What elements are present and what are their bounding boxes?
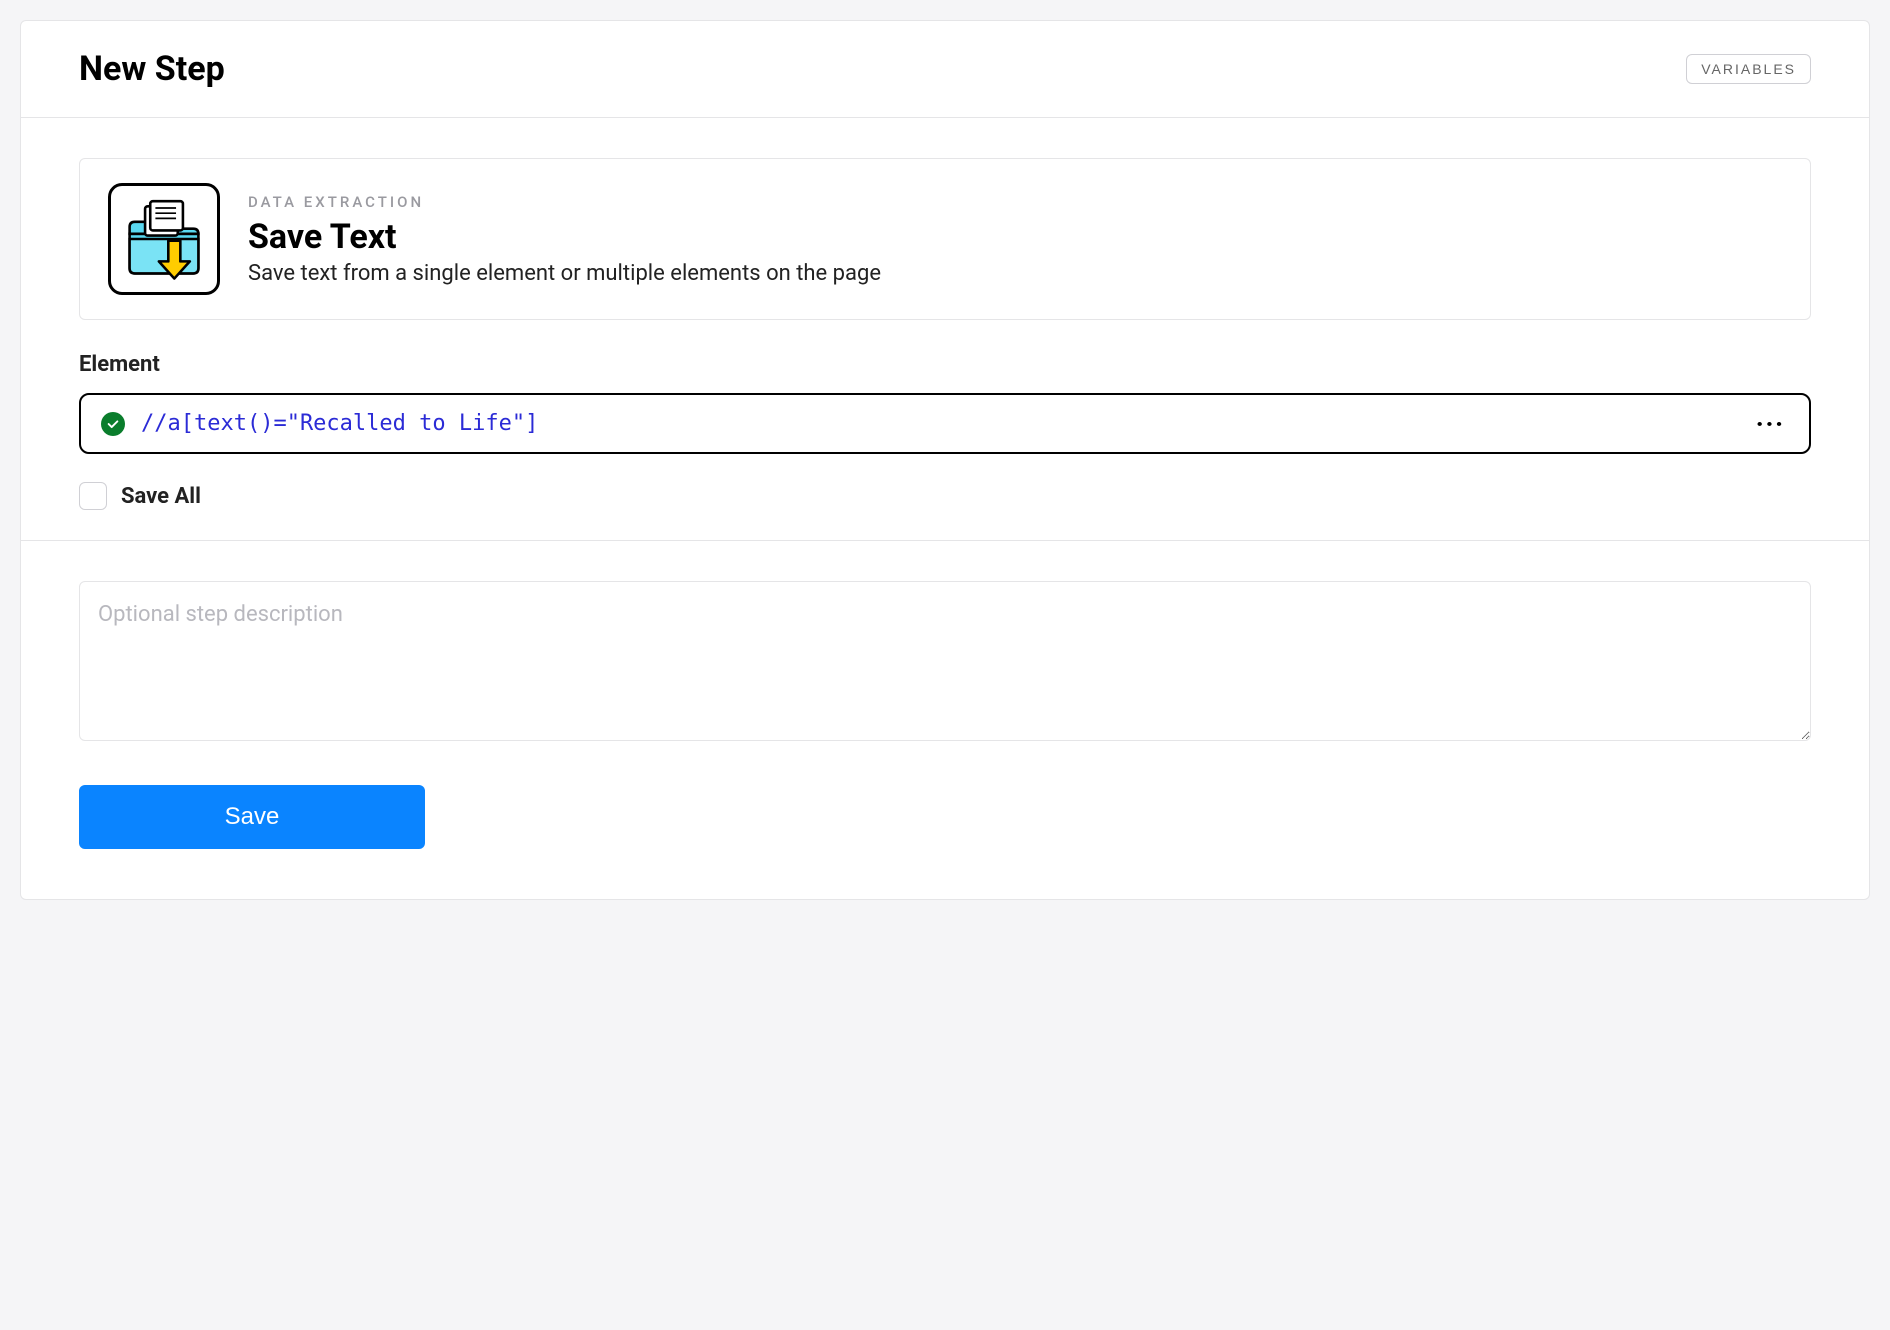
step-name: Save Text — [248, 217, 1782, 257]
panel-title: New Step — [79, 49, 225, 89]
save-all-row: Save All — [79, 482, 1811, 510]
more-options-icon[interactable]: ··· — [1752, 412, 1789, 436]
save-button[interactable]: Save — [79, 785, 425, 849]
element-selector-input[interactable]: ··· — [79, 393, 1811, 454]
folder-download-icon — [108, 183, 220, 295]
valid-check-icon — [101, 412, 125, 436]
step-type-card: DATA EXTRACTION Save Text Save text from… — [79, 158, 1811, 320]
step-description: Save text from a single element or multi… — [248, 261, 1782, 286]
panel-body-bottom: Save — [21, 541, 1869, 899]
element-field-label: Element — [79, 352, 1811, 377]
xpath-input[interactable] — [141, 411, 1736, 436]
variables-button[interactable]: VARIABLES — [1686, 54, 1811, 84]
panel-header: New Step VARIABLES — [21, 21, 1869, 118]
new-step-panel: New Step VARIABLES — [20, 20, 1870, 900]
save-all-label: Save All — [121, 484, 201, 509]
panel-body-top: DATA EXTRACTION Save Text Save text from… — [21, 118, 1869, 541]
step-description-input[interactable] — [79, 581, 1811, 741]
step-category: DATA EXTRACTION — [248, 193, 1782, 211]
save-all-checkbox[interactable] — [79, 482, 107, 510]
step-meta: DATA EXTRACTION Save Text Save text from… — [248, 193, 1782, 286]
